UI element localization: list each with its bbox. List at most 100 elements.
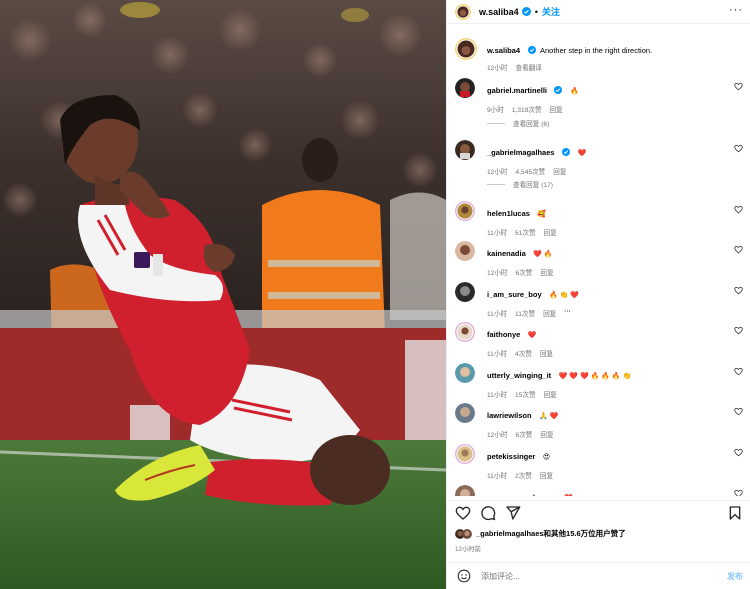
view-replies-button[interactable]: 查看回复 (6) bbox=[487, 118, 549, 128]
comment-time: 12小时 bbox=[487, 432, 508, 439]
comment-emoji: 😍 bbox=[542, 454, 551, 461]
comment-username[interactable]: lawriewilson bbox=[487, 411, 532, 420]
comment-time: 9小时 bbox=[487, 107, 504, 114]
comment-likes[interactable]: 4,545次赞 bbox=[516, 166, 546, 176]
comment-likes[interactable]: 6次赞 bbox=[516, 267, 533, 277]
comment-icon[interactable] bbox=[480, 505, 496, 521]
caption-username[interactable]: w.saliba4 bbox=[487, 46, 520, 55]
verified-badge-icon bbox=[527, 46, 536, 54]
comment-time: 11小时 bbox=[487, 351, 508, 358]
like-comment-icon[interactable] bbox=[734, 82, 743, 91]
comment-time: 11小时 bbox=[487, 230, 508, 237]
app-root: w.saliba4 • 关注 ··· w.saliba4 Another ste… bbox=[0, 0, 750, 589]
like-comment-icon[interactable] bbox=[734, 367, 743, 376]
save-icon[interactable] bbox=[727, 505, 743, 521]
author-avatar[interactable] bbox=[455, 3, 471, 20]
comment-emoji: ❤️ bbox=[577, 150, 587, 157]
replies-line bbox=[487, 183, 505, 185]
commenter-avatar[interactable] bbox=[455, 363, 475, 383]
comment-time: 12小时 bbox=[487, 169, 508, 176]
caption-time: 12小时 bbox=[487, 65, 508, 72]
comment-username[interactable]: utterly_winging_it bbox=[487, 371, 551, 380]
comment-more-icon[interactable]: ··· bbox=[564, 308, 571, 318]
commenter-avatar[interactable] bbox=[455, 282, 475, 302]
like-comment-icon[interactable] bbox=[734, 245, 743, 254]
caption-text: Another step in the right direction. bbox=[539, 46, 653, 55]
like-comment-icon[interactable] bbox=[734, 489, 743, 496]
commenter-avatar[interactable] bbox=[455, 241, 475, 261]
reply-button[interactable]: 回复 bbox=[540, 348, 553, 358]
like-comment-icon[interactable] bbox=[734, 205, 743, 214]
comment-username[interactable]: helen1lucas bbox=[487, 209, 530, 218]
commenter-avatar[interactable] bbox=[455, 322, 475, 342]
comment-emoji: ❤️ bbox=[527, 332, 537, 339]
like-icon[interactable] bbox=[455, 505, 471, 521]
commenter-avatar[interactable] bbox=[455, 78, 475, 98]
comment-likes[interactable]: 15次赞 bbox=[515, 389, 536, 399]
comment-likes[interactable]: 51次赞 bbox=[515, 227, 536, 237]
comments-list[interactable]: w.saliba4 Another step in the right dire… bbox=[447, 30, 750, 496]
comment-time: 11小时 bbox=[487, 392, 508, 399]
caption-content: w.saliba4 Another step in the right dire… bbox=[487, 40, 725, 72]
like-comment-icon[interactable] bbox=[734, 144, 743, 153]
reply-button[interactable]: 回复 bbox=[540, 267, 553, 277]
post-header: w.saliba4 • 关注 ··· bbox=[447, 0, 750, 24]
like-comment-icon[interactable] bbox=[734, 326, 743, 335]
like-comment-icon[interactable] bbox=[734, 448, 743, 457]
commenter-avatar[interactable] bbox=[455, 201, 475, 221]
follow-button[interactable]: 关注 bbox=[542, 5, 560, 18]
share-icon[interactable] bbox=[505, 505, 521, 521]
commenter-avatar[interactable] bbox=[455, 485, 475, 496]
emoji-icon[interactable] bbox=[457, 569, 471, 583]
comment-time: 12小时 bbox=[487, 270, 508, 277]
comment-likes[interactable]: 11次赞 bbox=[515, 308, 535, 318]
comment-username[interactable]: faithonye bbox=[487, 330, 520, 339]
comment-username[interactable]: i_am_sure_boy bbox=[487, 290, 542, 299]
reply-button[interactable]: 回复 bbox=[540, 470, 553, 480]
comment-time: 11小时 bbox=[487, 473, 508, 480]
commenter-avatar[interactable] bbox=[455, 403, 475, 423]
comment-username[interactable]: mur_mur_unknown bbox=[487, 493, 557, 496]
commenter-avatar[interactable] bbox=[455, 444, 475, 464]
comment-username[interactable]: _gabrielmagalhaes bbox=[487, 148, 555, 157]
translate-button[interactable]: 查看翻译 bbox=[516, 62, 542, 72]
comment-username[interactable]: petekissinger bbox=[487, 452, 535, 461]
post-photo[interactable] bbox=[0, 0, 446, 589]
more-options-icon[interactable]: ··· bbox=[729, 4, 743, 16]
comment-emoji: 🔥 👏 ❤️ bbox=[549, 292, 580, 299]
reply-button[interactable]: 回复 bbox=[544, 389, 557, 399]
comment-emoji: 🥰 bbox=[537, 211, 547, 218]
reply-button[interactable]: 回复 bbox=[550, 104, 563, 114]
comment-likes[interactable]: 1,318次赞 bbox=[512, 104, 542, 114]
likes-summary-text[interactable]: _gabrielmagalhaes和其他15.6万位用户赞了 bbox=[476, 528, 626, 539]
reply-button[interactable]: 回复 bbox=[553, 166, 566, 176]
comment-likes[interactable]: 2次赞 bbox=[515, 470, 532, 480]
commenter-avatar[interactable] bbox=[455, 140, 475, 160]
comment-likes[interactable]: 6次赞 bbox=[516, 429, 533, 439]
reply-button[interactable]: 回复 bbox=[540, 429, 553, 439]
comment-time: 11小时 bbox=[487, 311, 508, 318]
post-comment-button[interactable]: 发布 bbox=[727, 571, 743, 582]
comment-emoji: 🙏 ❤️ bbox=[539, 413, 559, 420]
comment-likes[interactable]: 4次赞 bbox=[515, 348, 532, 358]
comment-input[interactable] bbox=[481, 571, 681, 581]
comment-username[interactable]: gabriel.martinelli bbox=[487, 86, 547, 95]
comment-emoji: ❤️ bbox=[564, 495, 573, 496]
comment-username[interactable]: kainenadia bbox=[487, 249, 526, 258]
view-replies-button[interactable]: 查看回复 (17) bbox=[487, 179, 553, 189]
verified-badge-icon bbox=[562, 148, 570, 156]
view-replies-label[interactable]: 查看回复 (17) bbox=[513, 179, 553, 189]
reply-button[interactable]: 回复 bbox=[543, 308, 556, 318]
like-comment-icon[interactable] bbox=[734, 286, 743, 295]
view-replies-label[interactable]: 查看回复 (6) bbox=[513, 118, 549, 128]
reply-button[interactable]: 回复 bbox=[544, 227, 557, 237]
likes-summary: _gabrielmagalhaes和其他15.6万位用户赞了 bbox=[455, 528, 626, 539]
verified-badge-icon bbox=[554, 86, 563, 94]
author-username[interactable]: w.saliba4 bbox=[479, 7, 519, 17]
comment-emoji: ❤️ 🔥 bbox=[533, 251, 553, 258]
comment-emoji: 🔥 bbox=[569, 88, 579, 95]
liker-avatar[interactable] bbox=[462, 528, 472, 539]
like-comment-icon[interactable] bbox=[734, 407, 743, 416]
replies-line bbox=[487, 122, 505, 124]
caption-avatar[interactable] bbox=[455, 38, 477, 60]
